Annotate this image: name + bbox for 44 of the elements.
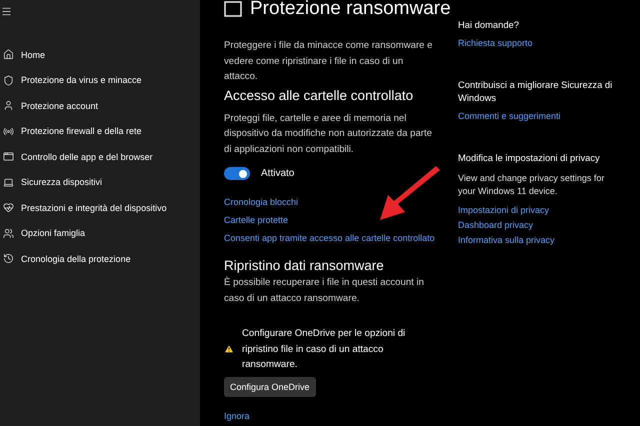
sidebar-item[interactable]: Opzioni famiglia: [3, 220, 200, 246]
link[interactable]: Dashboard privacy: [458, 220, 534, 230]
link[interactable]: Cronologia blocchi: [224, 197, 298, 207]
aside-heading: Contribuisci a migliorare Sicurezza di Windows: [458, 78, 614, 104]
shield-icon: [3, 74, 14, 86]
dismiss-link[interactable]: Ignora: [224, 410, 250, 420]
warning-message: Configurare OneDrive per le opzioni di ripristino file in caso di un attacco ransomware.: [242, 327, 406, 372]
laptop-icon: [3, 176, 14, 188]
link[interactable]: Commenti e suggerimenti: [458, 111, 561, 121]
person-icon: [3, 100, 14, 112]
page-description: Proteggere i file da minacce come ransomware e vedere come ripristinare i file in caso di un attacco.: [224, 39, 434, 84]
link[interactable]: Consenti app tramite accesso alle cartelle controllato: [224, 233, 435, 243]
sidebar-item[interactable]: Cronologia della protezione: [3, 246, 200, 272]
warning-icon: [224, 344, 234, 354]
toggle-label: Attivato: [261, 168, 294, 179]
link[interactable]: Informativa sulla privacy: [458, 235, 555, 245]
aside-heading: Modifica le impostazioni di privacy: [458, 151, 601, 164]
menu-icon[interactable]: [1, 6, 12, 17]
section-description: È possibile recuperare i file in questi account in caso di un attacco ransomware.: [224, 276, 425, 306]
sidebar-item[interactable]: Sicurezza dispositivi: [3, 170, 200, 195]
sidebar-item[interactable]: Prestazioni e integrità del dispositivo: [3, 195, 200, 220]
toggle-switch[interactable]: [224, 167, 250, 180]
window-icon: [3, 151, 14, 162]
sidebar-item[interactable]: Controllo delle app e del browser: [3, 144, 200, 170]
page-title: Protezione ransomware: [250, 0, 451, 20]
home-icon: [3, 49, 14, 60]
sidebar-item[interactable]: Protezione firewall e della rete: [3, 118, 200, 144]
sidebar-item[interactable]: Protezione da virus e minacce: [3, 68, 200, 93]
antenna-icon: [3, 126, 14, 137]
heart-icon: [3, 202, 14, 214]
section-heading: Ripristino dati ransomware: [224, 258, 385, 273]
configure-button[interactable]: Configura OneDrive: [224, 376, 316, 396]
people-icon: [3, 228, 14, 239]
history-icon: [3, 253, 14, 264]
section-heading: Accesso alle cartelle controllato: [224, 88, 414, 102]
link[interactable]: Cartelle protette: [224, 215, 288, 225]
section-description: Proteggi file, cartelle e aree di memoria nel dispositivo da modifiche non autorizzate da parte di applicazioni non compatibili.: [224, 112, 433, 156]
link[interactable]: Richiesta supporto: [458, 38, 533, 48]
aside-heading: Hai domande?: [458, 18, 520, 31]
sidebar-item[interactable]: Protezione account: [3, 93, 200, 118]
aside-description: View and change privacy settings for your Windows 11 device.: [458, 172, 606, 198]
link[interactable]: Impostazioni di privacy: [458, 205, 550, 215]
sidebar-item[interactable]: Home: [3, 42, 200, 68]
window-icon: [224, 1, 242, 17]
